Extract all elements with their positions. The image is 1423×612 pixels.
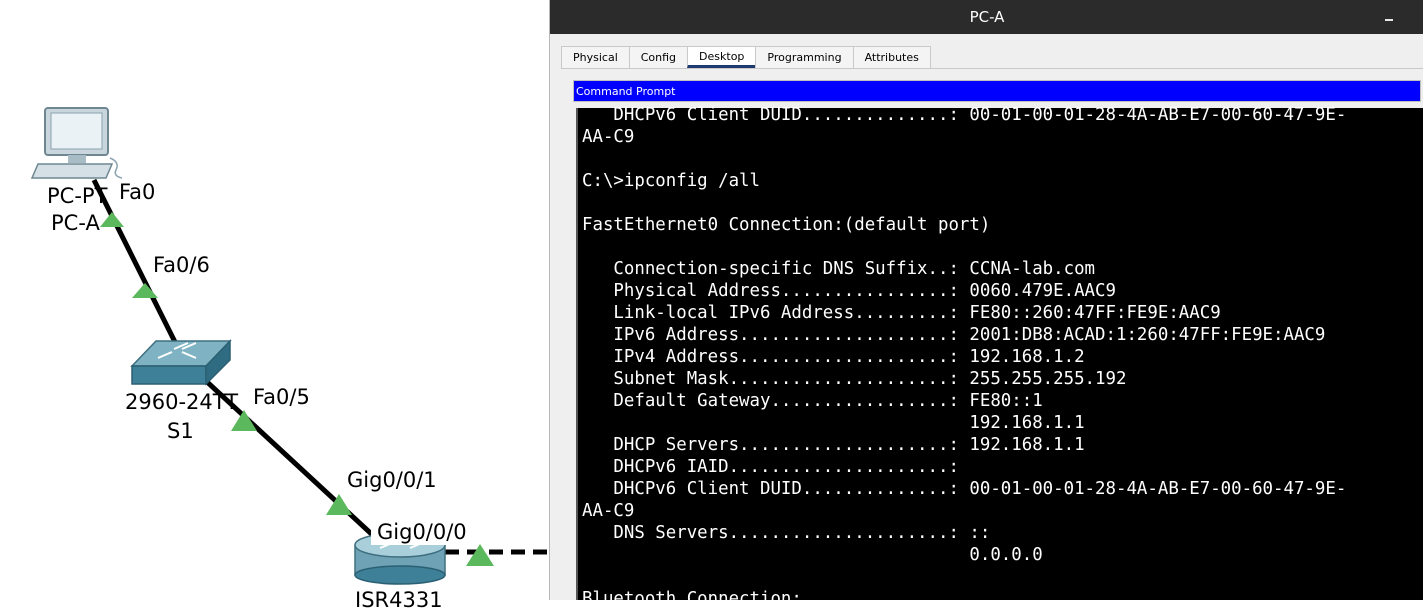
minimize-icon[interactable] [1382, 9, 1398, 25]
topology-canvas[interactable]: PC-PT PC-A Fa0 Fa0/6 2960-24TT S1 Fa0/5 … [0, 0, 552, 611]
terminal-line: Link-local IPv6 Address.........: FE80::… [582, 303, 1221, 323]
switch-name-label: S1 [167, 419, 194, 443]
switch-icon[interactable] [130, 339, 232, 386]
switch-type-label: 2960-24TT [125, 390, 239, 414]
router-port-label-gig0-0-0: Gig0/0/0 [371, 520, 473, 545]
terminal-line: 192.168.1.1 [582, 413, 1085, 433]
terminal-line: DHCPv6 Client DUID..............: 00-01-… [582, 479, 1347, 499]
pc-type-label: PC-PT [47, 184, 108, 208]
terminal-text[interactable]: DHCPv6 Client DUID..............: 00-01-… [582, 104, 1346, 610]
device-tab-bar: Physical Config Desktop Programming Attr… [561, 46, 931, 68]
terminal-line: Connection-specific DNS Suffix..: CCNA-l… [582, 259, 1096, 279]
terminal-line: DHCPv6 Client DUID..............: 00-01-… [582, 105, 1347, 125]
terminal-line: AA-C9 [582, 501, 635, 521]
terminal-line: AA-C9 [582, 127, 635, 147]
terminal-line: FastEthernet0 Connection:(default port) [582, 215, 991, 235]
port-marker-s1-fa0-6 [132, 283, 158, 298]
router-port-label-gig0-0-1: Gig0/0/1 [347, 468, 437, 492]
command-prompt-header: Command Prompt [573, 80, 1421, 102]
window-title: PC-A [969, 8, 1005, 26]
terminal-line: DHCPv6 IAID.....................: [582, 457, 959, 477]
tab-physical[interactable]: Physical [561, 46, 630, 68]
terminal-line: DNS Servers.....................: :: [582, 523, 991, 543]
tab-divider [561, 68, 1423, 69]
pc-name-label: PC-A [51, 211, 100, 235]
port-marker-pc-fa0 [100, 212, 124, 227]
tab-programming[interactable]: Programming [755, 46, 854, 68]
port-marker-r1-gig0-0-0 [466, 544, 494, 566]
tab-config[interactable]: Config [628, 46, 689, 68]
s1-port-label-fa0-5: Fa0/5 [253, 385, 310, 409]
window-titlebar[interactable]: PC-A [550, 0, 1423, 34]
router-type-label: ISR4331 [355, 588, 443, 612]
terminal-line: 0.0.0.0 [582, 545, 1043, 565]
terminal-line: Default Gateway.................: FE80::… [582, 391, 1043, 411]
pc-port-label: Fa0 [119, 180, 156, 204]
terminal-line: DHCP Servers....................: 192.16… [582, 435, 1085, 455]
tab-attributes[interactable]: Attributes [852, 46, 931, 68]
terminal-line: Physical Address................: 0060.4… [582, 281, 1116, 301]
terminal-line: IPv4 Address....................: 192.16… [582, 347, 1085, 367]
command-prompt-title: Command Prompt [576, 84, 676, 98]
pc-a-window: PC-A Physical Config Desktop Programming… [549, 0, 1423, 609]
pc-icon[interactable] [30, 107, 123, 179]
s1-port-label-fa0-6: Fa0/6 [153, 253, 210, 277]
terminal-output[interactable]: DHCPv6 Client DUID..............: 00-01-… [576, 105, 1423, 609]
topology-drawing [30, 107, 552, 585]
terminal-line: C:\>ipconfig /all [582, 171, 760, 191]
terminal-line: IPv6 Address....................: 2001:D… [582, 325, 1326, 345]
terminal-line: Subnet Mask.....................: 255.25… [582, 369, 1127, 389]
terminal-line: Bluetooth Connection: [582, 589, 802, 609]
tab-desktop[interactable]: Desktop [687, 46, 757, 68]
